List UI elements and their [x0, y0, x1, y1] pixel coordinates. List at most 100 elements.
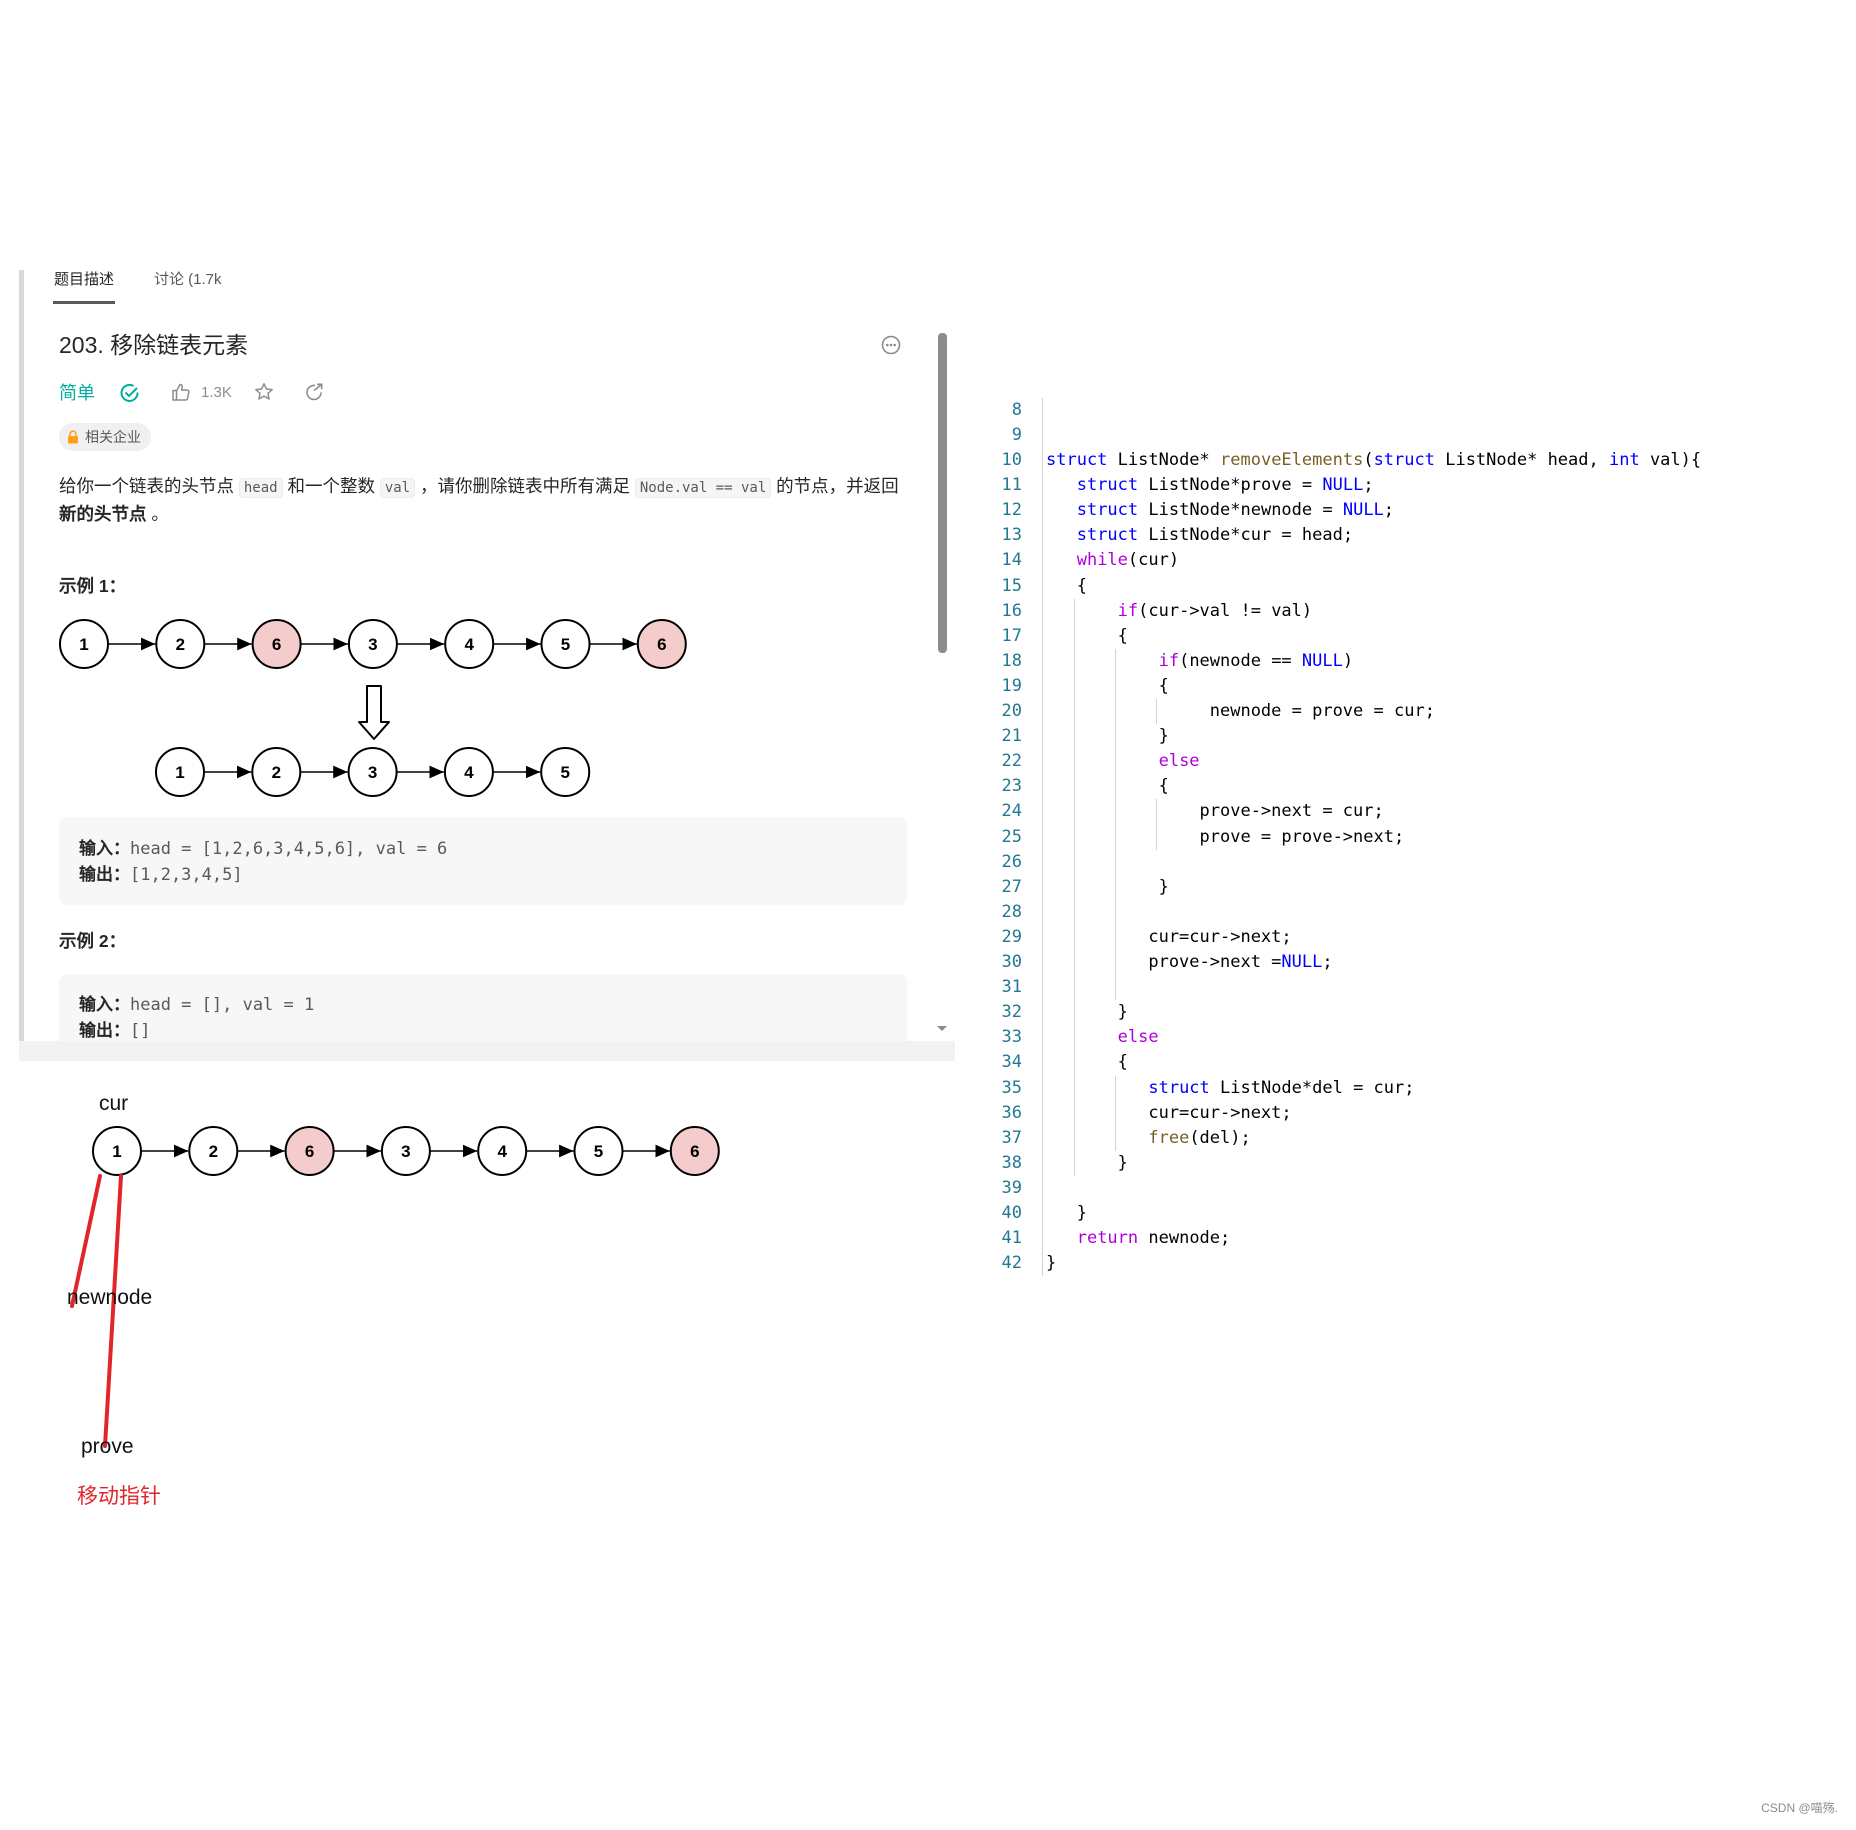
line-number: 25: [1001, 826, 1022, 847]
problem-title: 203. 移除链表元素: [59, 332, 249, 358]
line-number: 17: [1001, 625, 1022, 646]
thumbs-up-icon[interactable]: [170, 381, 192, 403]
list-node-value: 3: [401, 1142, 410, 1161]
list-node-value: 2: [272, 763, 281, 782]
line-number: 8: [1011, 399, 1022, 420]
code-line[interactable]: if(newnode == NULL): [1046, 649, 1354, 674]
desc-inline-code: val: [379, 478, 416, 498]
scrollbar-thumb[interactable]: [938, 333, 947, 653]
line-number: 23: [1001, 776, 1022, 797]
annotation-diagram: 1 2 6 3 4 5 6: [70, 1126, 720, 1448]
tab-bar: 题目描述 讨论 (1.7k: [50, 270, 230, 306]
indent-guide: [1155, 799, 1157, 850]
code-line[interactable]: }: [1046, 875, 1169, 900]
list-node-value: 1: [175, 763, 184, 782]
output-label: 输出：: [79, 865, 130, 884]
example-1-io-box: 输入：head = [1,2,6,3,4,5,6], val = 6 输出：[1…: [59, 817, 907, 905]
scroll-down-arrow-icon[interactable]: [935, 1024, 949, 1034]
code-line[interactable]: {: [1046, 1050, 1128, 1075]
input-value: head = [], val = 1: [130, 995, 315, 1015]
input-label: 输入：: [79, 995, 130, 1014]
line-number: 27: [1001, 876, 1022, 897]
code-line[interactable]: struct ListNode*del = cur;: [1046, 1076, 1414, 1101]
problem-meta-row: 简单 1.3K: [59, 378, 359, 408]
example-2-heading: 示例 2：: [59, 931, 127, 951]
code-line[interactable]: }: [1046, 1000, 1128, 1025]
code-line[interactable]: struct ListNode*cur = head;: [1046, 523, 1353, 548]
code-line[interactable]: cur=cur->next;: [1046, 925, 1291, 950]
company-tag[interactable]: 相关企业: [59, 423, 151, 451]
tab-discussion[interactable]: 讨论 (1.7k: [154, 270, 222, 290]
share-icon[interactable]: [303, 381, 325, 403]
indent-guide: [1073, 598, 1075, 1176]
code-line[interactable]: }: [1046, 1251, 1056, 1276]
code-line[interactable]: struct ListNode*prove = NULL;: [1046, 473, 1374, 498]
likes-count: 1.3K: [201, 384, 232, 401]
indent-guide: [1114, 648, 1116, 1001]
code-line[interactable]: cur=cur->next;: [1046, 1101, 1291, 1126]
code-line[interactable]: }: [1046, 724, 1169, 749]
line-number: 18: [1001, 650, 1022, 671]
code-line[interactable]: else: [1046, 1025, 1159, 1050]
code-line[interactable]: free(del);: [1046, 1126, 1250, 1151]
code-line[interactable]: newnode = prove = cur;: [1046, 699, 1435, 724]
code-line[interactable]: struct ListNode*newnode = NULL;: [1046, 498, 1394, 523]
code-line[interactable]: prove = prove->next;: [1046, 825, 1405, 850]
line-number: 32: [1001, 1002, 1022, 1023]
code-line[interactable]: if(cur->val != val): [1046, 599, 1312, 624]
output-value: [1,2,3,4,5]: [130, 865, 243, 885]
list-node-value: 6: [657, 635, 666, 654]
line-number: 34: [1001, 1052, 1022, 1073]
code-line[interactable]: {: [1046, 624, 1128, 649]
line-number: 42: [1001, 1253, 1022, 1274]
list-node-value: 4: [464, 635, 474, 654]
prove-label: prove: [81, 1435, 134, 1458]
desc-text: ，请你删除链表中所有满足: [415, 476, 635, 496]
line-number: 37: [1001, 1127, 1022, 1148]
move-pointer-note: 移动指针: [77, 1485, 161, 1508]
input-value: head = [1,2,6,3,4,5,6], val = 6: [130, 839, 448, 859]
line-number: 11: [1001, 475, 1022, 496]
code-line[interactable]: {: [1046, 574, 1087, 599]
more-options-icon[interactable]: [880, 334, 902, 356]
line-number: 39: [1001, 1177, 1022, 1198]
line-number: 13: [1001, 525, 1022, 546]
code-line[interactable]: while(cur): [1046, 548, 1179, 573]
code-line[interactable]: else: [1046, 749, 1200, 774]
line-number: 14: [1001, 550, 1022, 571]
desc-bold: 新的头节点: [59, 504, 147, 524]
list-node-value: 5: [561, 635, 570, 654]
line-number: 36: [1001, 1102, 1022, 1123]
line-number: 9: [1011, 424, 1022, 445]
code-line[interactable]: }: [1046, 1151, 1128, 1176]
line-number: 29: [1001, 926, 1022, 947]
code-line[interactable]: prove->next =NULL;: [1046, 950, 1332, 975]
indent-guide: [1114, 1075, 1116, 1151]
prove-pointer-line: [103, 1174, 123, 1448]
example-2-io-box: 输入：head = [], val = 1 输出：[]: [59, 974, 907, 1041]
solved-check-icon: [120, 383, 139, 402]
watermark: CSDN @喵殇.: [1761, 1801, 1838, 1815]
list-node-value: 5: [594, 1142, 603, 1161]
line-number: 40: [1001, 1203, 1022, 1223]
line-number: 35: [1001, 1077, 1022, 1098]
code-line[interactable]: {: [1046, 774, 1169, 799]
star-icon[interactable]: [253, 381, 275, 403]
code-line[interactable]: return newnode;: [1046, 1226, 1231, 1251]
line-number: 41: [1001, 1228, 1022, 1249]
tab-description[interactable]: 题目描述: [54, 270, 114, 290]
panel-left-border: [19, 270, 24, 1060]
line-number: 30: [1001, 952, 1022, 972]
line-number: 24: [1001, 801, 1022, 822]
code-line[interactable]: {: [1046, 674, 1169, 699]
desc-inline-code: head: [238, 478, 283, 498]
code-line[interactable]: prove->next = cur;: [1046, 799, 1384, 824]
example-1-heading: 示例 1：: [59, 576, 127, 596]
code-line[interactable]: }: [1046, 1201, 1087, 1226]
line-number: 19: [1001, 675, 1022, 696]
code-line[interactable]: struct ListNode* removeElements(struct L…: [1046, 448, 1701, 473]
list-node-value: 6: [305, 1142, 314, 1161]
list-node-value: 4: [464, 763, 474, 782]
newnode-label: newnode: [67, 1286, 153, 1309]
desc-text: 和一个整数: [282, 476, 380, 496]
